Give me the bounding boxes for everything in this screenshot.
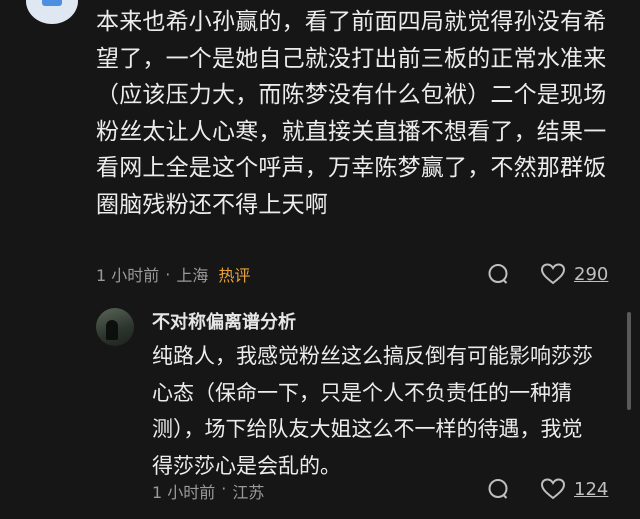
reply-meta: 1 小时前 · 江苏 xyxy=(152,479,264,503)
hot-comment-badge: 热评 xyxy=(218,266,251,285)
reply-username[interactable]: 不对称偏离谱分析 xyxy=(152,308,296,334)
like-count: 124 xyxy=(574,478,609,500)
comment-time: 1 小时前 xyxy=(96,266,160,285)
comment-actions: 290 xyxy=(486,262,608,286)
like-count: 290 xyxy=(574,263,609,285)
reply-button[interactable] xyxy=(486,262,510,286)
like-button[interactable]: 124 xyxy=(540,477,608,501)
meta-separator: · xyxy=(165,264,171,284)
comment-bubble-icon xyxy=(488,479,508,499)
reply-text: 纯路人，我感觉粉丝这么搞反倒有可能影响莎莎心态（保命一下，只是个人不负责任的一种… xyxy=(152,344,593,478)
comment-text: 本来也希小孙赢的，看了前面四局就觉得孙没有希望了，一个是她自己就没打出前三板的正… xyxy=(96,9,607,218)
like-button[interactable]: 290 xyxy=(540,262,608,286)
meta-separator: · xyxy=(221,479,227,498)
comment-meta: 1 小时前 · 上海 热评 xyxy=(96,262,250,286)
heart-icon xyxy=(540,263,566,285)
reply-location: 江苏 xyxy=(232,483,265,502)
top-commenter-avatar[interactable] xyxy=(26,0,78,24)
reply-avatar[interactable] xyxy=(96,308,134,346)
heart-icon xyxy=(540,478,566,500)
scrollbar[interactable] xyxy=(627,312,631,410)
comment-location: 上海 xyxy=(176,266,209,285)
comment-bubble-icon xyxy=(488,264,508,284)
reply-actions: 124 xyxy=(486,477,608,501)
reply-button[interactable] xyxy=(486,477,510,501)
reply-time: 1 小时前 xyxy=(152,483,216,502)
